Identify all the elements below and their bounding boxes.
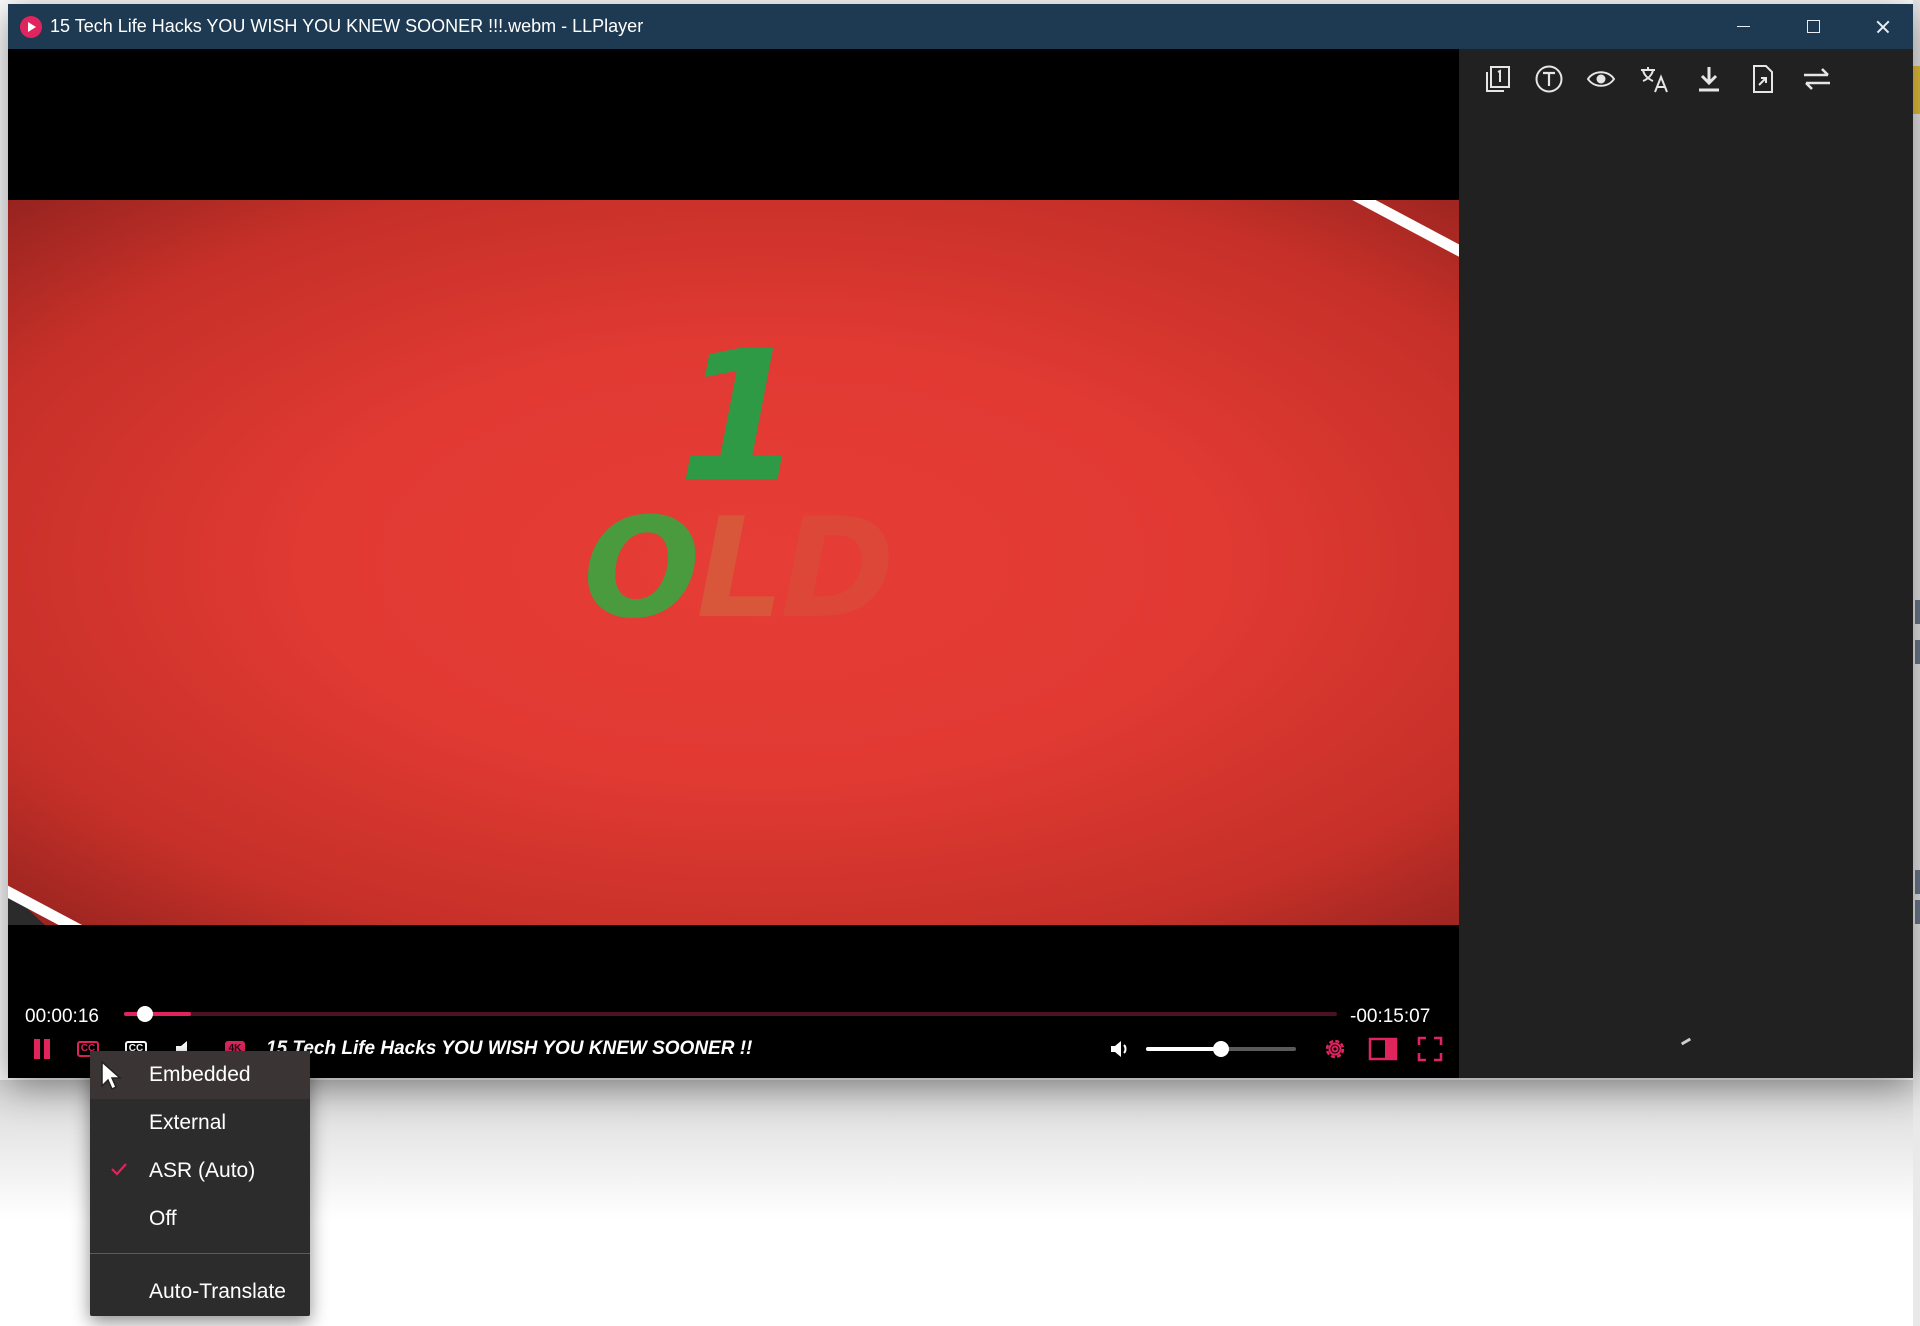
volume-slider[interactable] bbox=[1146, 1041, 1296, 1057]
export-button[interactable] bbox=[1747, 63, 1779, 95]
minimize-button[interactable] bbox=[1708, 4, 1778, 49]
text-display-button[interactable] bbox=[1533, 63, 1565, 95]
menu-item-embedded[interactable]: Embedded bbox=[90, 1051, 310, 1099]
menu-item-label: External bbox=[149, 1111, 227, 1134]
loading-indicator bbox=[1680, 1037, 1692, 1046]
menu-separator bbox=[90, 1253, 310, 1254]
video-text-word: OLD bbox=[583, 500, 895, 638]
text-icon bbox=[1535, 65, 1563, 93]
translate-icon bbox=[1641, 67, 1668, 93]
menu-item-label: Embedded bbox=[149, 1063, 251, 1086]
volume-level bbox=[1146, 1047, 1221, 1051]
subtitle-source-menu: Embedded External ASR (Auto) Off Auto-Tr… bbox=[90, 1051, 310, 1316]
current-time: 00:00:16 bbox=[25, 1006, 99, 1027]
background-mark bbox=[1915, 600, 1920, 624]
background-mark bbox=[1915, 870, 1920, 894]
menu-item-label: Auto-Translate bbox=[149, 1280, 286, 1303]
app-logo-icon bbox=[20, 16, 42, 38]
maximize-button[interactable] bbox=[1778, 4, 1848, 49]
copy-button[interactable] bbox=[1481, 63, 1513, 95]
pause-icon bbox=[44, 1039, 50, 1059]
pause-icon bbox=[34, 1039, 40, 1059]
translate-button[interactable] bbox=[1639, 63, 1671, 95]
seek-thumb[interactable] bbox=[137, 1006, 153, 1022]
settings-button[interactable] bbox=[1319, 1034, 1351, 1064]
toggle-visibility-button[interactable] bbox=[1585, 63, 1617, 95]
settings-icon bbox=[1325, 1039, 1345, 1059]
check-icon bbox=[111, 1163, 127, 1176]
video-letter-o: O bbox=[583, 488, 700, 649]
menu-item-off[interactable]: Off bbox=[90, 1195, 310, 1243]
video-area[interactable]: 1 OLD 00:00:16 -00:15:07 CC CC 4K 15 Tec… bbox=[8, 49, 1459, 1078]
sidebar-toggle-icon bbox=[1368, 1037, 1398, 1061]
background-mark bbox=[1915, 900, 1920, 924]
mute-button[interactable] bbox=[1106, 1034, 1134, 1064]
download-button[interactable] bbox=[1693, 63, 1725, 95]
fullscreen-button[interactable] bbox=[1415, 1034, 1445, 1064]
menu-item-label: Off bbox=[149, 1207, 177, 1230]
player-window: 15 Tech Life Hacks YOU WISH YOU KNEW SOO… bbox=[8, 4, 1913, 1078]
seek-progress bbox=[124, 1012, 191, 1016]
video-letter-d: D bbox=[780, 488, 895, 649]
video-text-number: 1 bbox=[678, 313, 804, 522]
pause-button[interactable] bbox=[29, 1034, 55, 1064]
menu-item-label: ASR (Auto) bbox=[149, 1159, 256, 1182]
background-window-accent bbox=[1913, 66, 1920, 114]
menu-item-external[interactable]: External bbox=[90, 1099, 310, 1147]
menu-item-asr-auto[interactable]: ASR (Auto) bbox=[90, 1147, 310, 1195]
now-playing-title: 15 Tech Life Hacks YOU WISH YOU KNEW SOO… bbox=[266, 1038, 753, 1059]
video-stripe-top bbox=[1332, 200, 1459, 284]
menu-item-auto-translate[interactable]: Auto-Translate bbox=[90, 1268, 310, 1316]
swap-button[interactable] bbox=[1801, 63, 1833, 95]
cursor-icon bbox=[101, 1060, 122, 1091]
remaining-time: -00:15:07 bbox=[1350, 1006, 1431, 1027]
subtitle-sidebar bbox=[1459, 49, 1913, 1078]
export-icon bbox=[1753, 65, 1773, 93]
window-title: 15 Tech Life Hacks YOU WISH YOU KNEW SOO… bbox=[50, 16, 644, 36]
swap-icon bbox=[1804, 68, 1830, 90]
download-icon bbox=[1699, 67, 1719, 92]
title-bar[interactable]: 15 Tech Life Hacks YOU WISH YOU KNEW SOO… bbox=[8, 4, 1913, 49]
sidebar-toggle-button[interactable] bbox=[1366, 1034, 1400, 1064]
volume-icon bbox=[1111, 1041, 1127, 1057]
background-mark bbox=[1915, 640, 1920, 664]
video-letter-l: L bbox=[696, 488, 784, 649]
seek-bar[interactable] bbox=[124, 1006, 1337, 1022]
volume-thumb[interactable] bbox=[1213, 1041, 1229, 1057]
close-button[interactable] bbox=[1848, 4, 1913, 49]
fullscreen-icon bbox=[1417, 1036, 1443, 1062]
video-frame: 1 OLD bbox=[8, 200, 1459, 925]
eye-icon bbox=[1586, 71, 1616, 87]
copy-icon bbox=[1486, 66, 1510, 92]
background-window-edge bbox=[1913, 0, 1920, 1326]
